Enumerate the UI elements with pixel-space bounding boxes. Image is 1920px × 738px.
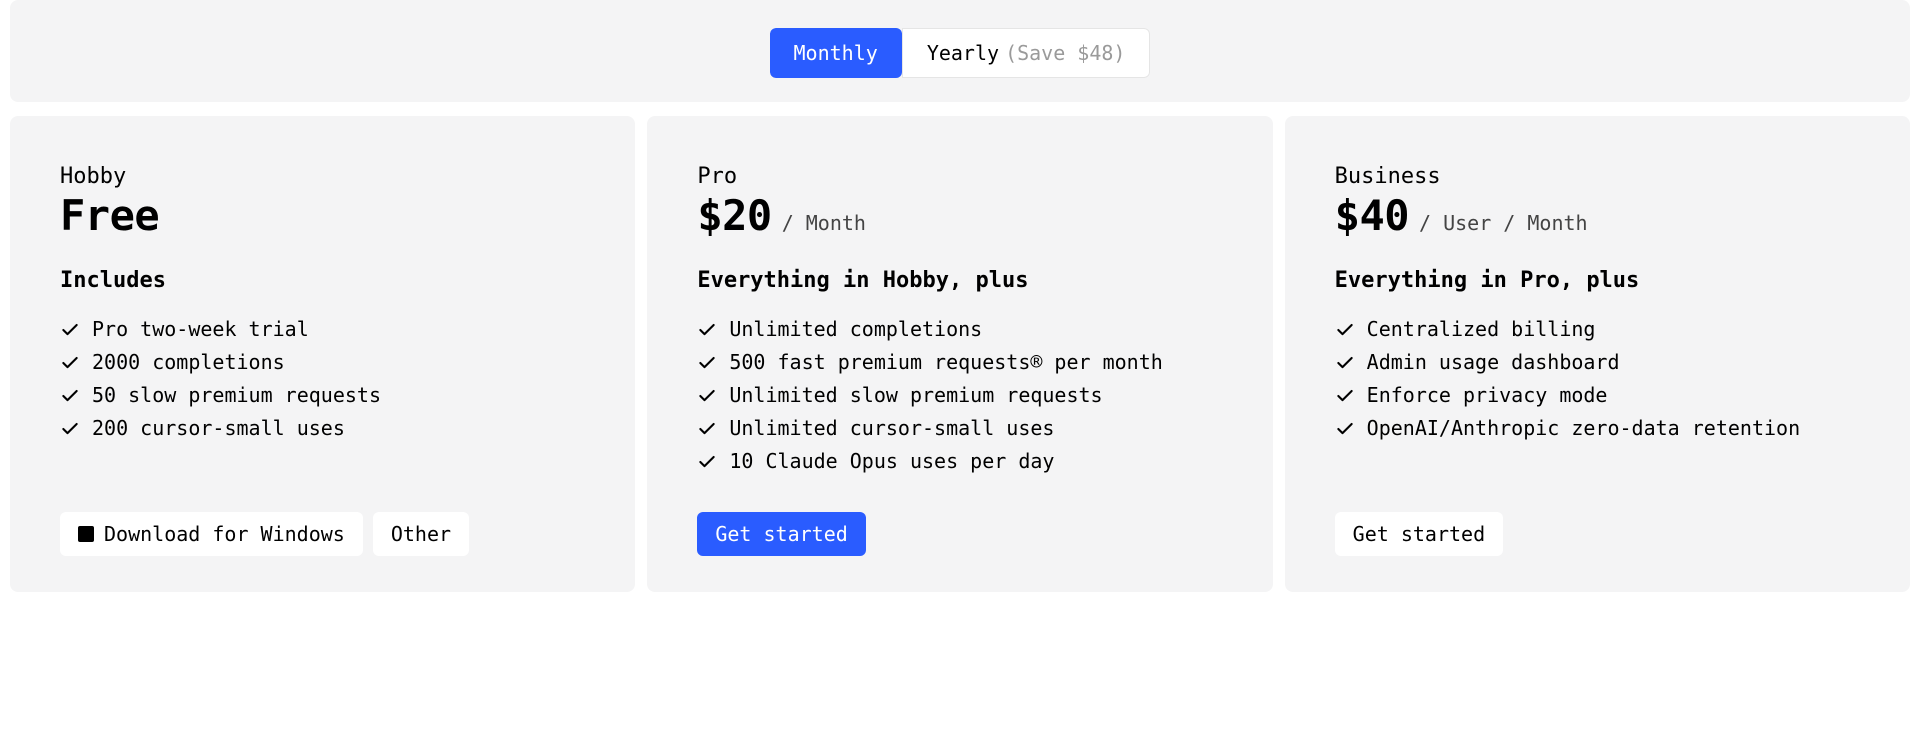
check-icon xyxy=(60,386,80,406)
other-label: Other xyxy=(391,522,451,546)
plan-per-business: / User / Month xyxy=(1419,211,1588,235)
feature-text: Unlimited completions xyxy=(729,315,982,344)
check-icon xyxy=(697,353,717,373)
list-item: Pro two-week trial xyxy=(60,315,585,344)
feature-text: Unlimited slow premium requests xyxy=(729,381,1102,410)
download-label: Download for Windows xyxy=(104,522,345,546)
list-item: Unlimited cursor-small uses xyxy=(697,414,1222,443)
list-item: Unlimited completions xyxy=(697,315,1222,344)
plan-name-pro: Pro xyxy=(697,164,1222,189)
check-icon xyxy=(697,320,717,340)
plan-includes-pro: Everything in Hobby, plus xyxy=(697,268,1222,293)
feature-text: Unlimited cursor-small uses xyxy=(729,414,1054,443)
plan-per-pro: / Month xyxy=(782,211,866,235)
check-icon xyxy=(697,452,717,472)
plan-price-pro: $20 xyxy=(697,191,771,240)
check-icon xyxy=(60,320,80,340)
check-icon xyxy=(1335,419,1355,439)
list-item: Unlimited slow premium requests xyxy=(697,381,1222,410)
feature-text: Admin usage dashboard xyxy=(1367,348,1620,377)
download-windows-button[interactable]: Download for Windows xyxy=(60,512,363,556)
plan-price-hobby: Free xyxy=(60,191,159,240)
toggle-monthly-label: Monthly xyxy=(794,41,878,65)
check-icon xyxy=(60,419,80,439)
list-item: 2000 completions xyxy=(60,348,585,377)
list-item: 200 cursor-small uses xyxy=(60,414,585,443)
check-icon xyxy=(1335,320,1355,340)
check-icon xyxy=(1335,353,1355,373)
windows-icon xyxy=(78,526,94,542)
feature-text: OpenAI/Anthropic zero-data retention xyxy=(1367,414,1800,443)
plan-name-hobby: Hobby xyxy=(60,164,585,189)
feature-text: Enforce privacy mode xyxy=(1367,381,1608,410)
check-icon xyxy=(1335,386,1355,406)
cta-label: Get started xyxy=(715,522,847,546)
plans-row: Hobby Free Includes Pro two-week trial 2… xyxy=(10,116,1910,592)
plan-name-business: Business xyxy=(1335,164,1860,189)
billing-segmented-control: Monthly Yearly (Save $48) xyxy=(770,28,1151,78)
check-icon xyxy=(697,386,717,406)
plan-card-business: Business $40 / User / Month Everything i… xyxy=(1285,116,1910,592)
get-started-business-button[interactable]: Get started xyxy=(1335,512,1503,556)
list-item: Admin usage dashboard xyxy=(1335,348,1860,377)
list-item: Enforce privacy mode xyxy=(1335,381,1860,410)
download-other-button[interactable]: Other xyxy=(373,512,469,556)
toggle-yearly[interactable]: Yearly (Save $48) xyxy=(902,28,1151,78)
plan-includes-business: Everything in Pro, plus xyxy=(1335,268,1860,293)
toggle-yearly-label: Yearly xyxy=(927,41,999,65)
check-icon xyxy=(60,353,80,373)
feature-text: Pro two-week trial xyxy=(92,315,309,344)
feature-text: 500 fast premium requests® per month xyxy=(729,348,1162,377)
feature-text: 50 slow premium requests xyxy=(92,381,381,410)
plan-includes-hobby: Includes xyxy=(60,268,585,293)
feature-text: 2000 completions xyxy=(92,348,285,377)
list-item: 10 Claude Opus uses per day xyxy=(697,447,1222,476)
list-item: Centralized billing xyxy=(1335,315,1860,344)
feature-text: Centralized billing xyxy=(1367,315,1596,344)
list-item: 500 fast premium requests® per month xyxy=(697,348,1222,377)
plan-card-pro: Pro $20 / Month Everything in Hobby, plu… xyxy=(647,116,1272,592)
check-icon xyxy=(697,419,717,439)
get-started-pro-button[interactable]: Get started xyxy=(697,512,865,556)
list-item: 50 slow premium requests xyxy=(60,381,585,410)
toggle-yearly-save: (Save $48) xyxy=(1005,41,1125,65)
feature-text: 10 Claude Opus uses per day xyxy=(729,447,1054,476)
feature-list-business: Centralized billing Admin usage dashboar… xyxy=(1335,315,1860,447)
plan-card-hobby: Hobby Free Includes Pro two-week trial 2… xyxy=(10,116,635,592)
feature-text: 200 cursor-small uses xyxy=(92,414,345,443)
billing-toggle-bar: Monthly Yearly (Save $48) xyxy=(10,0,1910,102)
plan-price-business: $40 xyxy=(1335,191,1409,240)
toggle-monthly[interactable]: Monthly xyxy=(770,28,902,78)
feature-list-hobby: Pro two-week trial 2000 completions 50 s… xyxy=(60,315,585,447)
list-item: OpenAI/Anthropic zero-data retention xyxy=(1335,414,1860,443)
feature-list-pro: Unlimited completions 500 fast premium r… xyxy=(697,315,1222,480)
cta-label: Get started xyxy=(1353,522,1485,546)
